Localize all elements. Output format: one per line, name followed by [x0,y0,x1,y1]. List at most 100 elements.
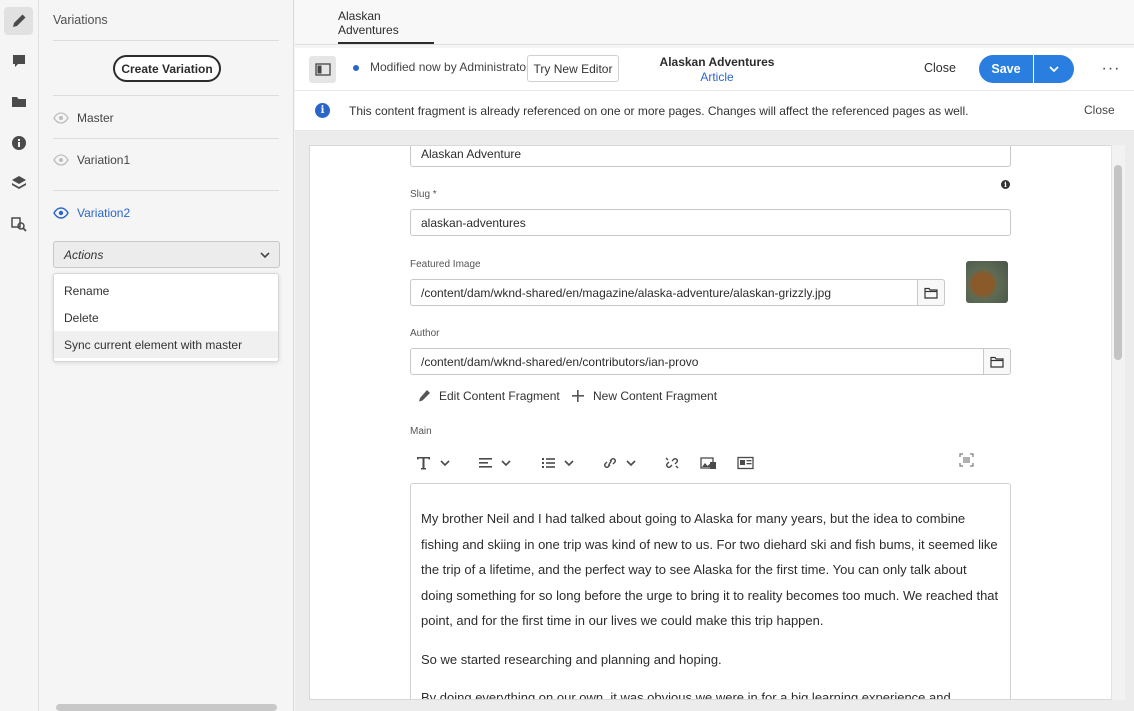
menu-item-delete[interactable]: Delete [54,304,278,331]
layers-rail-button[interactable] [4,169,33,197]
panel-title: Variations [53,13,108,27]
author-browse-button[interactable] [983,348,1011,375]
variation-item-variation2[interactable]: Variation2 [53,203,130,223]
fragment-editor: Alaskan Adventure Slug * i alaskan-adven… [309,145,1125,700]
chevron-down-icon [626,460,636,467]
image-icon [700,457,716,469]
edit-cf-label: Edit Content Fragment [439,389,560,403]
title-input[interactable]: Alaskan Adventure [410,146,1011,167]
layers-icon [11,176,26,189]
search-asset-icon [10,217,27,232]
menu-item-sync[interactable]: Sync current element with master [54,331,278,358]
text-format-button[interactable] [416,456,450,470]
editor-scrollbar-thumb[interactable] [1114,165,1122,360]
chevron-down-icon [1049,66,1059,73]
panel-scrollbar[interactable] [56,704,277,711]
variation-label: Variation2 [77,206,131,220]
variation-item-variation1[interactable]: Variation1 [53,150,130,170]
info-rail-button[interactable] [4,129,33,157]
editor-toolbar: Modified now by Administrator Try New Ed… [295,48,1134,91]
folder-icon [990,356,1004,368]
actions-label: Actions [64,247,104,262]
author-input[interactable]: /content/dam/wknd-shared/en/contributors… [410,348,984,375]
status-dot-icon [353,65,359,71]
close-editor-button[interactable]: Close [924,61,956,75]
unlink-button[interactable] [664,456,680,470]
list-icon [542,458,555,468]
fullscreen-button[interactable] [959,453,974,467]
new-content-fragment-button[interactable]: New Content Fragment [571,389,717,403]
link-icon [604,458,616,468]
try-new-editor-button[interactable]: Try New Editor [527,55,619,82]
main-rich-text-editor[interactable]: My brother Neil and I had talked about g… [410,483,1011,700]
modified-status: Modified now by Administrator [370,60,531,74]
side-panel-icon [314,63,331,76]
divider [53,138,279,139]
actions-menu: Rename Delete Sync current element with … [53,273,279,362]
paragraph: By doing everything on our own, it was o… [421,690,951,700]
featured-image-input[interactable]: /content/dam/wknd-shared/en/magazine/ala… [410,279,918,306]
fragment-title: Alaskan Adventures [659,55,775,69]
paragraph: My brother Neil and I had talked about g… [421,511,999,628]
slug-label: Slug * [410,189,437,200]
chevron-down-icon [440,460,450,467]
tab-alaskan-adventures[interactable]: Alaskan Adventures [338,0,438,45]
banner-close-button[interactable]: Close [1084,103,1115,117]
comment-icon [12,55,25,67]
paragraph-align-button[interactable] [478,456,511,470]
edit-content-fragment-button[interactable]: Edit Content Fragment [417,389,560,403]
eye-icon [53,112,69,124]
link-button[interactable] [602,456,636,470]
plus-icon [572,390,584,402]
tab-bar: Alaskan Adventures [295,0,1134,45]
insert-fragment-button[interactable] [737,456,754,470]
save-button[interactable]: Save [979,55,1033,83]
list-button[interactable] [541,456,574,470]
divider [53,95,279,96]
left-rail [0,0,39,711]
save-options-button[interactable] [1034,55,1074,83]
main-label: Main [410,426,432,437]
create-variation-button[interactable]: Create Variation [113,55,221,82]
more-options-button[interactable]: ··· [1100,59,1122,79]
info-icon [11,136,26,150]
paragraph: So we started researching and planning a… [421,651,722,667]
actions-dropdown[interactable]: Actions [53,241,280,268]
annotations-rail-button[interactable] [4,47,33,75]
toggle-side-panel-button[interactable] [309,56,336,83]
variation-label: Master [77,111,114,125]
author-label: Author [410,328,440,339]
pencil-icon [419,390,430,402]
slug-input[interactable]: alaskan-adventures [410,209,1011,236]
slug-info-icon[interactable]: i [1001,180,1010,189]
content-fragment-icon [737,456,754,470]
insert-asset-button[interactable] [700,456,717,470]
fragment-model-link[interactable]: Article [637,70,797,84]
divider [53,190,279,191]
featured-image-thumbnail[interactable] [966,261,1008,303]
featured-image-label: Featured Image [410,259,481,270]
eye-icon [53,207,69,219]
variations-panel: Variations Create Variation Master Varia… [40,0,294,711]
unlink-icon [665,457,679,469]
new-cf-label: New Content Fragment [593,389,718,403]
reference-info-banner: i This content fragment is already refer… [295,91,1134,131]
tab-active-indicator [338,42,434,44]
edit-rail-button[interactable] [4,7,33,35]
banner-message: This content fragment is already referen… [349,104,969,118]
references-rail-button[interactable] [4,210,33,238]
chevron-down-icon [501,460,511,467]
folder-icon [11,97,26,107]
menu-item-rename[interactable]: Rename [54,277,278,304]
variation-item-master[interactable]: Master [53,108,114,128]
divider [53,40,279,41]
chevron-down-icon [260,252,270,259]
text-format-icon [417,457,430,470]
fullscreen-icon [959,453,974,467]
chevron-down-icon [564,460,574,467]
variation-label: Variation1 [77,153,131,167]
eye-icon [53,154,69,166]
align-left-icon [479,458,492,468]
assets-rail-button[interactable] [4,88,33,116]
featured-image-browse-button[interactable] [917,279,945,306]
